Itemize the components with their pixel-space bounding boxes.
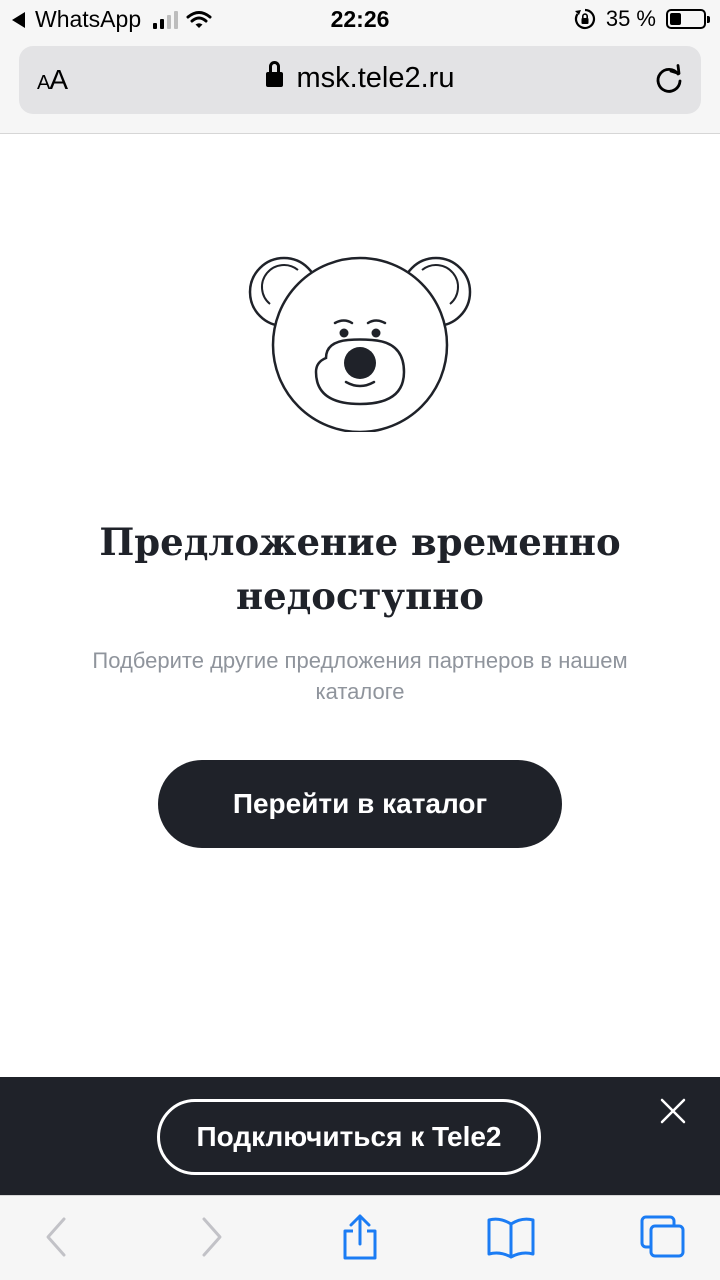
close-icon[interactable]: [658, 1096, 688, 1126]
tele2-banner: Подключиться к Tele2: [0, 1077, 720, 1195]
page-title: Предложение временно недоступно: [99, 520, 621, 618]
cellular-signal-icon: [153, 10, 179, 29]
back-arrow-icon: [12, 11, 25, 28]
status-right: 35 %: [574, 6, 710, 32]
reload-icon[interactable]: [651, 62, 687, 98]
bear-illustration: [248, 256, 472, 432]
orientation-lock-icon: [574, 8, 595, 30]
battery-icon: [666, 9, 710, 29]
wifi-icon: [186, 10, 212, 28]
back-icon[interactable]: [32, 1214, 82, 1260]
back-to-app[interactable]: WhatsApp: [12, 6, 212, 33]
share-icon[interactable]: [335, 1214, 385, 1260]
browser-toolbar: [0, 1195, 720, 1280]
go-to-catalog-button[interactable]: Перейти в каталог: [158, 760, 562, 848]
page-subtitle: Подберите другие предложения партнеров в…: [92, 648, 628, 704]
url-text: msk.tele2.ru: [296, 62, 455, 94]
status-bar: WhatsApp 22:26 35 %: [0, 0, 720, 40]
lock-icon: [265, 61, 283, 88]
forward-icon[interactable]: [186, 1214, 236, 1260]
url-display[interactable]: msk.tele2.ru: [19, 61, 701, 95]
bookmarks-icon[interactable]: [486, 1214, 536, 1260]
browser-header: AA msk.tele2.ru: [0, 40, 720, 134]
connect-tele2-button[interactable]: Подключиться к Tele2: [157, 1099, 541, 1175]
battery-percent: 35 %: [605, 6, 656, 31]
battery-level: [670, 13, 681, 25]
back-app-name: WhatsApp: [35, 6, 142, 32]
tabs-icon[interactable]: [638, 1214, 688, 1260]
address-bar[interactable]: AA msk.tele2.ru: [19, 46, 701, 114]
